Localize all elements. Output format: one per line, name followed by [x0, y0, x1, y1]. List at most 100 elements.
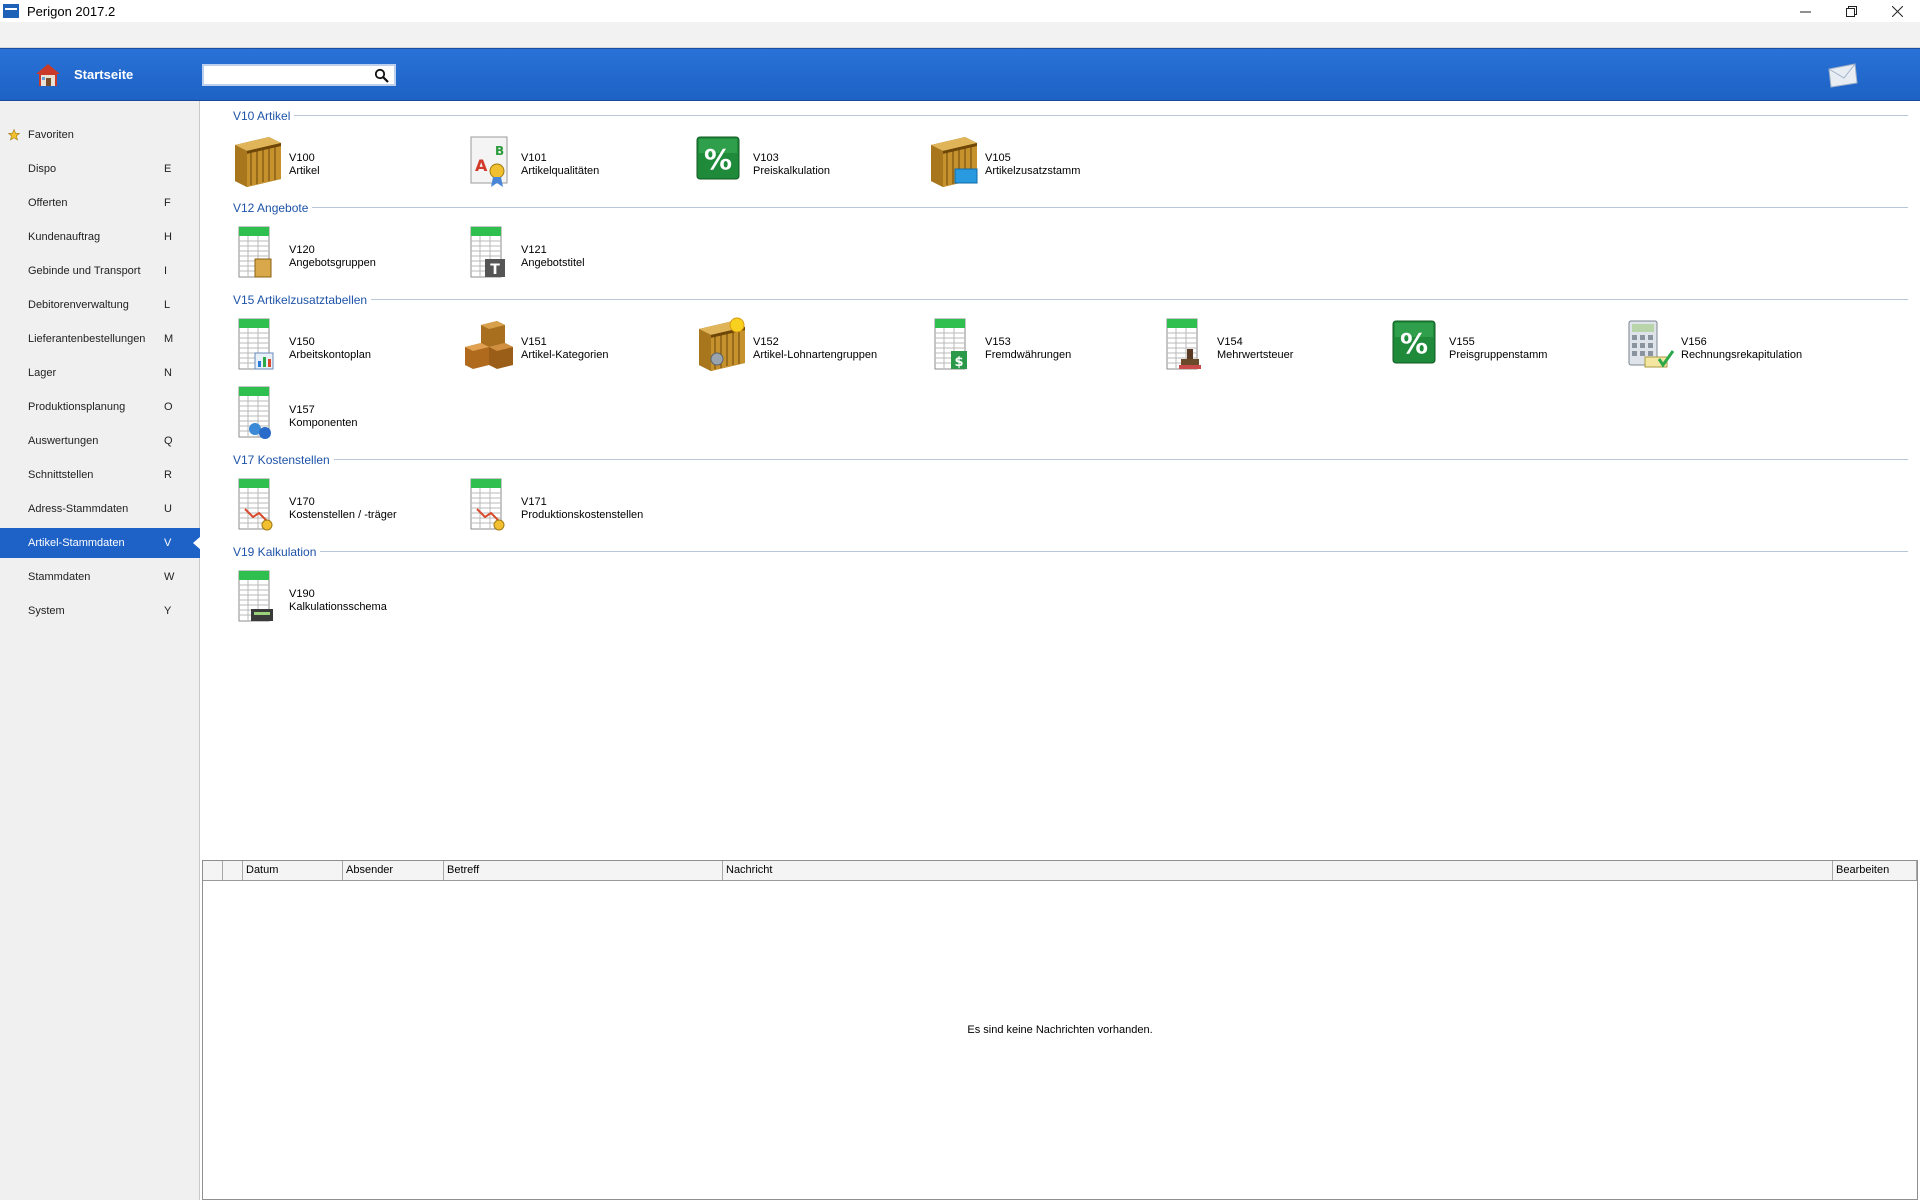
sidebar-item-shortcut: M — [164, 333, 174, 345]
minimize-button[interactable] — [1782, 0, 1828, 22]
sidebar: Favoriten Dispo E Offerten F Kundenauftr… — [0, 101, 201, 1200]
spreadsheet-production-icon — [461, 475, 505, 531]
sidebar-item-label: Gebinde und Transport — [28, 265, 141, 277]
sidebar-item-favoriten[interactable]: Favoriten — [0, 120, 200, 150]
sidebar-item-gebinde-transport[interactable]: Gebinde und Transport I — [0, 256, 200, 286]
column-header-nachricht[interactable]: Nachricht — [723, 861, 1833, 880]
spreadsheet-calc-icon — [229, 567, 273, 627]
home-icon[interactable] — [35, 63, 61, 87]
section-divider — [233, 207, 1908, 208]
tile-code: V154 — [1217, 336, 1243, 348]
sidebar-item-label: Auswertungen — [28, 435, 99, 447]
section-divider — [233, 551, 1908, 552]
crate-icon — [229, 131, 285, 191]
tile-v190[interactable]: V190 Kalkulationsschema — [229, 567, 449, 631]
sidebar-item-schnittstellen[interactable]: Schnittstellen R — [0, 460, 200, 490]
section-title-v10: V10 Artikel — [233, 109, 295, 123]
column-header-betreff[interactable]: Betreff — [444, 861, 723, 880]
sidebar-item-shortcut: E — [164, 163, 172, 175]
svg-text:B: B — [495, 144, 504, 158]
tile-v100[interactable]: V100 Artikel — [229, 131, 449, 195]
section-divider — [233, 459, 1908, 460]
sidebar-item-label: Kundenauftrag — [28, 231, 101, 243]
tile-code: V150 — [289, 336, 315, 348]
sidebar-item-debitorenverwaltung[interactable]: Debitorenverwaltung L — [0, 290, 200, 320]
tile-code: V171 — [521, 496, 547, 508]
tile-code: V121 — [521, 244, 547, 256]
search-input[interactable] — [204, 66, 364, 84]
sidebar-item-label: Lieferantenbestellungen — [28, 333, 146, 345]
tile-code: V101 — [521, 152, 547, 164]
tile-code: V120 — [289, 244, 315, 256]
sidebar-item-stammdaten[interactable]: Stammdaten W — [0, 562, 200, 592]
tile-code: V156 — [1681, 336, 1707, 348]
tile-name: Preiskalkulation — [753, 165, 831, 177]
calculator-icon — [1628, 320, 1675, 368]
sidebar-item-label: Stammdaten — [28, 571, 91, 583]
tile-name: Artikelzusatzstamm — [985, 165, 1081, 177]
tile-v120[interactable]: V120 Angebotsgruppen — [229, 223, 449, 287]
window-title: Perigon 2017.2 — [27, 3, 116, 19]
tile-v105[interactable]: V105 Artikelzusatzstamm — [925, 131, 1145, 195]
tile-v151[interactable]: V151 Artikel-Kategorien — [461, 315, 681, 379]
tile-v156[interactable]: V156 Rechnungsrekapitulation — [1621, 315, 1841, 379]
tile-code: V151 — [521, 336, 547, 348]
sidebar-item-artikel-stammdaten[interactable]: Artikel-Stammdaten V — [0, 528, 201, 558]
tile-name: Artikel — [289, 165, 320, 177]
sidebar-item-label: Debitorenverwaltung — [28, 299, 129, 311]
svg-text:$: $ — [954, 355, 963, 370]
boxes-icon — [465, 321, 513, 369]
sidebar-item-shortcut: I — [164, 265, 168, 277]
section-divider — [233, 299, 1908, 300]
tile-name: Artikel-Lohnartengruppen — [753, 349, 878, 361]
tile-v171[interactable]: V171 Produktionskostenstellen — [461, 475, 681, 539]
sidebar-item-lager[interactable]: Lager N — [0, 358, 200, 388]
tile-code: V190 — [289, 588, 315, 600]
spreadsheet-stamp-icon — [1157, 315, 1201, 375]
home-label[interactable]: Startseite — [74, 67, 133, 82]
search-icon[interactable] — [374, 68, 390, 84]
column-header-datum[interactable]: Datum — [243, 861, 343, 880]
sidebar-item-kundenauftrag[interactable]: Kundenauftrag H — [0, 222, 200, 252]
sidebar-item-lieferantenbestellungen[interactable]: Lieferantenbestellungen M — [0, 324, 200, 354]
column-header[interactable] — [203, 861, 223, 880]
tile-v101[interactable]: A B V101 Artikelqualitäten — [461, 131, 681, 195]
sidebar-item-adress-stammdaten[interactable]: Adress-Stammdaten U — [0, 494, 200, 524]
tile-v150[interactable]: V150 Arbeitskontoplan — [229, 315, 449, 379]
section-title-v15: V15 Artikelzusatztabellen — [233, 293, 372, 307]
tile-v153[interactable]: $ V153 Fremdwährungen — [925, 315, 1145, 379]
mail-icon[interactable] — [1828, 62, 1858, 88]
tile-v170[interactable]: V170 Kostenstellen / -träger — [229, 475, 449, 539]
tile-v103[interactable]: V103 Preiskalkulation — [693, 131, 913, 195]
sidebar-item-auswertungen[interactable]: Auswertungen Q — [0, 426, 200, 456]
restore-button[interactable] — [1828, 0, 1874, 22]
column-header[interactable] — [223, 861, 243, 880]
column-header-bearbeiten[interactable]: Bearbeiten — [1833, 861, 1917, 880]
tile-name: Arbeitskontoplan — [289, 349, 371, 361]
sidebar-item-dispo[interactable]: Dispo E — [0, 154, 200, 184]
messages-panel: Datum Absender Betreff Nachricht Bearbei… — [202, 860, 1918, 1200]
star-icon — [8, 129, 20, 141]
tile-v155[interactable]: V155 Preisgruppenstamm — [1389, 315, 1609, 379]
tile-name: Fremdwährungen — [985, 349, 1072, 361]
tile-name: Komponenten — [289, 417, 358, 429]
tile-v121[interactable]: T V121 Angebotstitel — [461, 223, 681, 287]
spreadsheet-chart-icon — [229, 315, 274, 370]
tile-name: Angebotsgruppen — [289, 257, 376, 269]
sidebar-item-produktionsplanung[interactable]: Produktionsplanung O — [0, 392, 200, 422]
tile-name: Angebotstitel — [521, 257, 585, 269]
minimize-icon — [1799, 11, 1811, 12]
close-button[interactable] — [1874, 0, 1920, 22]
close-icon — [1891, 5, 1903, 17]
sidebar-item-system[interactable]: System Y — [0, 596, 200, 626]
sidebar-item-shortcut: Q — [164, 435, 173, 447]
sidebar-item-shortcut: F — [164, 197, 171, 209]
column-header-absender[interactable]: Absender — [343, 861, 444, 880]
spreadsheet-dollar-icon: $ — [925, 315, 967, 370]
tile-v152[interactable]: V152 Artikel-Lohnartengruppen — [693, 315, 913, 379]
sidebar-item-shortcut: U — [164, 503, 172, 515]
tile-v157[interactable]: V157 Komponenten — [229, 383, 449, 447]
sidebar-item-offerten[interactable]: Offerten F — [0, 188, 200, 218]
tile-v154[interactable]: V154 Mehrwertsteuer — [1157, 315, 1377, 379]
search-box — [202, 64, 396, 86]
